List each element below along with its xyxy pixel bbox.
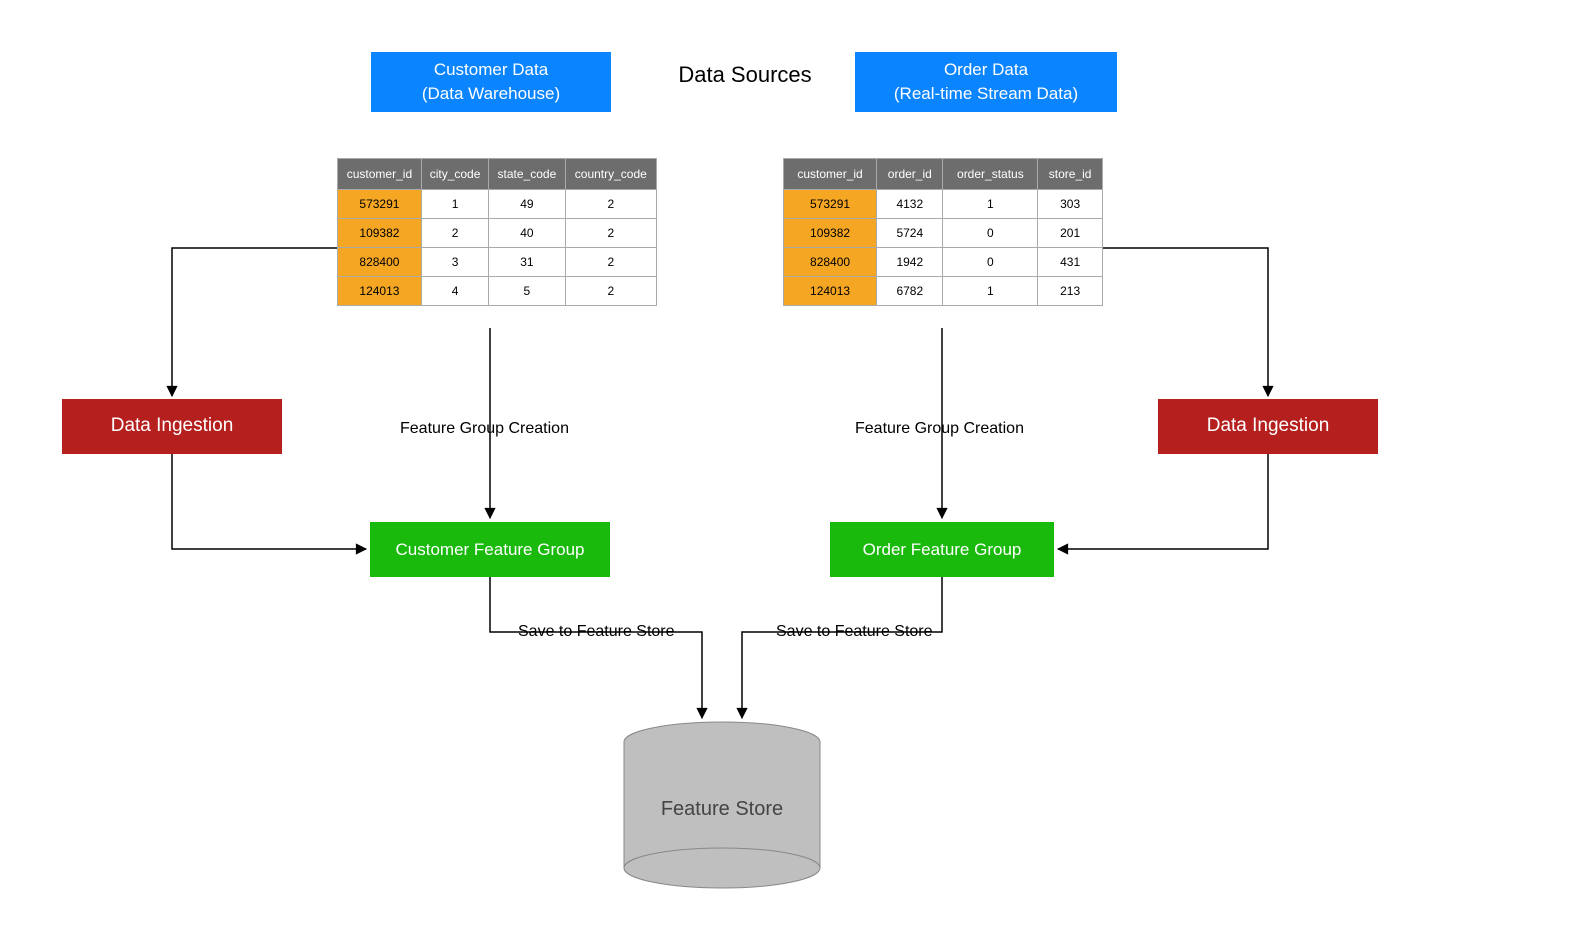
customer-th-2: state_code: [489, 159, 565, 190]
table-row: 5732911492: [338, 190, 657, 219]
table-row: 12401367821213: [784, 277, 1103, 306]
table-row: 10938257240201: [784, 219, 1103, 248]
diagram-title: Data Sources: [665, 62, 825, 88]
order-source-line1: Order Data: [944, 60, 1028, 79]
customer-fg-box: Customer Feature Group: [370, 522, 610, 577]
table-row: 82840019420431: [784, 248, 1103, 277]
order-th-3: store_id: [1038, 159, 1103, 190]
table-row: 124013452: [338, 277, 657, 306]
table-row: 1093822402: [338, 219, 657, 248]
order-source-box: Order Data (Real-time Stream Data): [855, 52, 1117, 112]
ingestion-left-box: Data Ingestion: [62, 399, 282, 454]
customer-source-line2: (Data Warehouse): [422, 84, 560, 103]
customer-table: customer_id city_code state_code country…: [337, 158, 657, 306]
customer-source-box: Customer Data (Data Warehouse): [371, 52, 611, 112]
fg-creation-right-label: Feature Group Creation: [853, 420, 1026, 438]
feature-store-label: Feature Store: [622, 798, 822, 821]
order-source-line2: (Real-time Stream Data): [894, 84, 1078, 103]
customer-th-1: city_code: [421, 159, 488, 190]
table-row: 57329141321303: [784, 190, 1103, 219]
fg-creation-left-label: Feature Group Creation: [398, 420, 571, 438]
save-right-label: Save to Feature Store: [774, 623, 935, 641]
ingestion-right-box: Data Ingestion: [1158, 399, 1378, 454]
order-fg-box: Order Feature Group: [830, 522, 1054, 577]
customer-th-3: country_code: [565, 159, 656, 190]
feature-store-cylinder: Feature Store: [622, 720, 822, 890]
order-th-2: order_status: [943, 159, 1038, 190]
customer-th-0: customer_id: [338, 159, 422, 190]
customer-source-line1: Customer Data: [434, 60, 548, 79]
order-th-1: order_id: [877, 159, 943, 190]
order-th-0: customer_id: [784, 159, 877, 190]
table-row: 8284003312: [338, 248, 657, 277]
order-table: customer_id order_id order_status store_…: [783, 158, 1103, 306]
save-left-label: Save to Feature Store: [516, 623, 677, 641]
